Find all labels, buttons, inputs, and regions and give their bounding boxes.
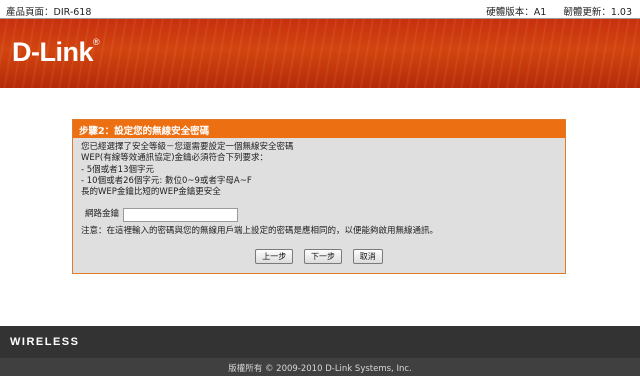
logo-text: D-Link [12, 37, 94, 67]
product-page-label: 產品頁面：DIR-618 [6, 7, 92, 18]
instruction-line: 長的WEP金鑰比短的WEP金鑰更安全 [81, 187, 221, 198]
instruction-line: WEP(有線等效通訊協定)金鑰必須符合下列要求： [81, 153, 269, 164]
instruction-line: - 5個或者13個字元 [81, 164, 154, 175]
wizard-buttons: 上一步 下一步 取消 [81, 248, 557, 264]
instruction-line: - 10個或者26個字元: 數位0~9或者字母A~F [81, 175, 252, 186]
top-info-bar: 產品頁面：DIR-618 硬體版本：A1 韌體更新：1.03 [0, 0, 640, 19]
wizard-title: 步驟2：設定您的無線安全密碼 [73, 120, 565, 138]
network-key-row: 網路金鑰 [81, 207, 557, 222]
next-button[interactable]: 下一步 [304, 248, 342, 264]
network-key-label: 網路金鑰 [85, 209, 120, 220]
network-key-input[interactable] [123, 207, 238, 222]
hardware-version: 硬體版本：A1 [486, 7, 547, 18]
version-info: 硬體版本：A1 韌體更新：1.03 [472, 4, 632, 18]
footer-bar: WIRELESS [0, 326, 640, 358]
logo-trademark: ® [93, 37, 100, 47]
main-content: 步驟2：設定您的無線安全密碼 您已經選擇了安全等級－您還需要設定一個無線安全密碼… [0, 88, 640, 326]
wizard-body: 您已經選擇了安全等級－您還需要設定一個無線安全密碼 WEP(有線等效通訊協定)金… [73, 138, 565, 268]
wireless-logo: WIRELESS [10, 336, 80, 348]
instruction-line: 您已經選擇了安全等級－您還需要設定一個無線安全密碼 [81, 142, 294, 152]
wizard-panel: 步驟2：設定您的無線安全密碼 您已經選擇了安全等級－您還需要設定一個無線安全密碼… [72, 119, 566, 274]
firmware-version: 韌體更新：1.03 [563, 7, 632, 18]
brand-header: D-Link® [0, 19, 640, 88]
copyright-text: 版權所有 © 2009-2010 D-Link Systems, Inc. [0, 358, 640, 376]
note-text: 注意：在這裡輸入的密碼與您的無線用戶端上設定的密碼是應相同的，以便能夠啟用無線通… [81, 226, 439, 237]
cancel-button[interactable]: 取消 [352, 248, 383, 264]
prev-button[interactable]: 上一步 [255, 248, 294, 264]
dlink-logo: D-Link® [12, 37, 100, 68]
